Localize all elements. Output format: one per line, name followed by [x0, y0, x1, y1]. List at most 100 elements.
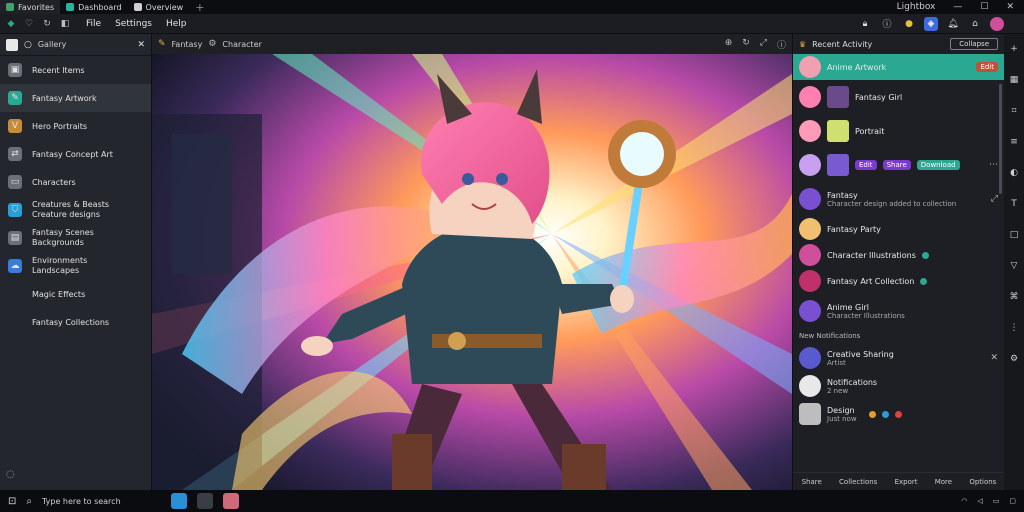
sidebar-item-hero-portraits[interactable]: V Hero Portraits: [0, 112, 151, 140]
home-icon[interactable]: ⌂: [968, 17, 982, 31]
coin-icon[interactable]: ●: [902, 17, 916, 31]
collapse-button[interactable]: Collapse: [950, 38, 998, 50]
activity-row[interactable]: Portrait: [793, 114, 1004, 148]
bookmark-icon[interactable]: ◧: [58, 17, 72, 31]
fantasy-character-illustration: [152, 54, 792, 490]
close-sidebar-icon[interactable]: ✕: [137, 40, 145, 50]
gear-icon[interactable]: ⚙: [208, 39, 216, 49]
palette-icon[interactable]: ◐: [1010, 168, 1018, 178]
app-logo-icon[interactable]: ◆: [4, 17, 18, 31]
sidebar-item-sublabel: Backgrounds: [32, 238, 84, 247]
app-icon[interactable]: [196, 493, 213, 509]
sidebar-item-concept-art[interactable]: ⇄ Fantasy Concept Art: [0, 140, 151, 168]
footer-options[interactable]: Options: [969, 478, 996, 486]
close-icon[interactable]: ✕: [1006, 2, 1014, 12]
sidebar-item-fantasy-artwork[interactable]: ✎ Fantasy Artwork: [0, 84, 151, 112]
settings-icon[interactable]: ◌: [6, 469, 15, 480]
sidebar-item-creatures[interactable]: ⛉ Creatures & Beasts Creature designs: [0, 196, 151, 224]
dismiss-icon[interactable]: ✕: [990, 353, 998, 363]
lock-icon[interactable]: 🔒︎: [858, 17, 872, 31]
feed-item[interactable]: Fantasy Art Collection: [793, 268, 1004, 294]
grid-icon: [66, 3, 75, 11]
sidebar-item-magic[interactable]: Magic Effects: [0, 280, 151, 308]
taskbar-search[interactable]: Type here to search: [42, 497, 121, 506]
app-icon[interactable]: [222, 493, 239, 509]
info-icon[interactable]: ⓘ: [880, 17, 894, 31]
thumbnail: [827, 86, 849, 108]
heart-icon[interactable]: ♡: [22, 17, 36, 31]
tag-icon[interactable]: ⌘: [1010, 292, 1019, 302]
crop-icon[interactable]: ⌗: [1011, 106, 1016, 116]
sidebar-item-environments[interactable]: ☁ Environments Landscapes: [0, 252, 151, 280]
gem-icon[interactable]: ◆: [924, 16, 938, 31]
tab-favorites[interactable]: Favorites: [0, 0, 61, 14]
text-icon[interactable]: T: [1011, 199, 1017, 209]
new-tab-button[interactable]: +: [189, 1, 210, 14]
bell-icon[interactable]: 🔔︎: [946, 17, 960, 31]
filter-icon[interactable]: ▽: [1011, 261, 1018, 271]
footer-collections[interactable]: Collections: [839, 478, 877, 486]
shape-icon[interactable]: □: [1010, 230, 1019, 240]
thumbnail: [827, 120, 849, 142]
feed-subtitle: Character Illustrations: [827, 311, 905, 320]
feed-item[interactable]: Fantasy Party: [793, 216, 1004, 242]
notification-icon[interactable]: ▢: [1009, 497, 1016, 505]
activity-row-highlighted[interactable]: Anime Artwork Edit: [793, 54, 1004, 80]
footer-more[interactable]: More: [935, 478, 952, 486]
avatar: [799, 244, 821, 266]
zoom-icon[interactable]: ⊕: [725, 38, 733, 51]
edit-pill[interactable]: Edit: [855, 160, 877, 170]
feed-item[interactable]: Fantasy Character design added to collec…: [793, 182, 1004, 216]
battery-icon[interactable]: ▭: [993, 497, 1000, 505]
search-icon[interactable]: ⌕: [26, 496, 32, 507]
sidebar-item-characters[interactable]: ▭ Characters: [0, 168, 151, 196]
sidebar-item-scenes[interactable]: ▤ Fantasy Scenes Backgrounds: [0, 224, 151, 252]
grid-icon[interactable]: ▦: [1010, 75, 1019, 85]
sidebar-item-label: Magic Effects: [32, 289, 86, 299]
footer-share[interactable]: Share: [802, 478, 822, 486]
profile-avatar-icon[interactable]: [990, 16, 1004, 31]
menu-help[interactable]: Help: [166, 19, 187, 29]
panel-scrollbar[interactable]: [999, 84, 1002, 194]
info-icon[interactable]: ⓘ: [777, 38, 786, 51]
activity-title: Recent Activity: [812, 39, 873, 49]
sidebar-item-recent[interactable]: ▣ Recent Items: [0, 56, 151, 84]
edit-badge[interactable]: Edit: [976, 62, 998, 72]
layers-icon[interactable]: ≡: [1010, 137, 1018, 147]
refresh-icon[interactable]: ↻: [40, 17, 54, 31]
minimize-icon[interactable]: —: [953, 2, 962, 12]
share-pill[interactable]: Share: [882, 160, 911, 170]
menu-file[interactable]: File: [86, 19, 101, 29]
sidebar-item-collections[interactable]: Fantasy Collections: [0, 308, 151, 336]
more-icon[interactable]: ⋮: [1010, 323, 1019, 333]
activity-row[interactable]: Edit Share Download ⋯: [793, 148, 1004, 182]
feed-item[interactable]: Anime Girl Character Illustrations: [793, 294, 1004, 328]
brush-icon[interactable]: ✎: [158, 39, 166, 49]
maximize-icon[interactable]: ☐: [980, 2, 988, 12]
more-icon[interactable]: ⋯: [989, 160, 998, 170]
expand-icon[interactable]: ⤢: [991, 194, 998, 204]
notification-subtitle: 2 new: [827, 386, 849, 395]
taskbar: ⊡ ⌕ Type here to search ◠ ◁ ▭ ▢: [0, 490, 1024, 512]
settings-icon[interactable]: ⚙: [1010, 354, 1018, 364]
footer-export[interactable]: Export: [895, 478, 918, 486]
menu-settings[interactable]: Settings: [115, 19, 152, 29]
volume-icon[interactable]: ◁: [977, 497, 982, 505]
viewer-actions: ⊕ ↻ ⤢ ⓘ: [725, 38, 786, 51]
app-icon[interactable]: [170, 493, 187, 509]
search-icon[interactable]: ○: [24, 40, 32, 50]
fullscreen-icon[interactable]: ⤢: [760, 38, 767, 51]
download-pill[interactable]: Download: [916, 160, 960, 170]
feed-item[interactable]: Character Illustrations: [793, 242, 1004, 268]
tab-overview[interactable]: Overview: [128, 0, 190, 14]
tab-dashboard[interactable]: Dashboard: [60, 0, 127, 14]
activity-row[interactable]: Fantasy Girl: [793, 80, 1004, 114]
rotate-icon[interactable]: ↻: [742, 38, 750, 51]
notification-item[interactable]: Notifications 2 new: [793, 372, 1004, 400]
notification-item[interactable]: Design Just now: [793, 400, 1004, 428]
wifi-icon[interactable]: ◠: [961, 497, 967, 505]
start-icon[interactable]: ⊡: [8, 496, 16, 507]
menu-toggle-icon[interactable]: [6, 38, 18, 51]
add-icon[interactable]: +: [1010, 44, 1018, 54]
notification-item[interactable]: Creative Sharing Artist ✕: [793, 344, 1004, 372]
